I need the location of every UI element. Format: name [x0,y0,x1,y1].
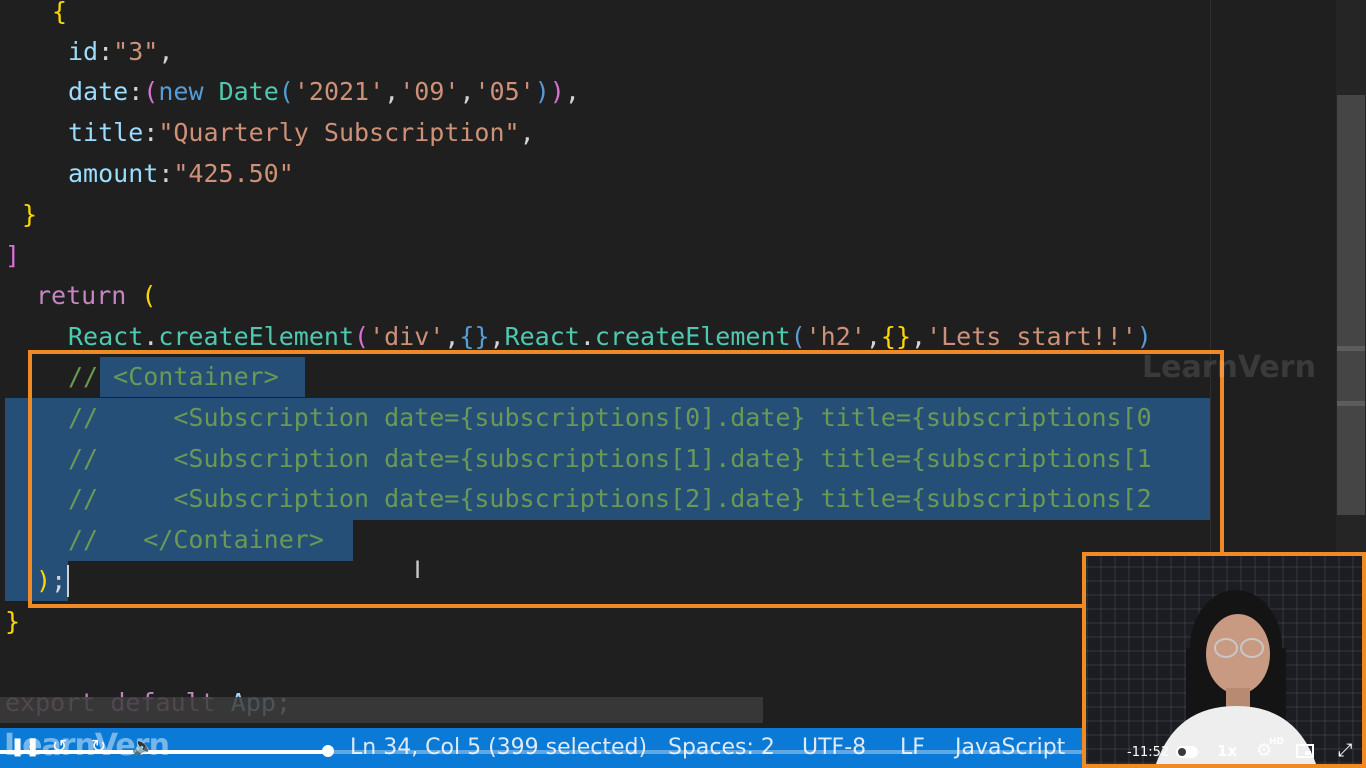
code-token: return [36,281,142,310]
forward-icon[interactable]: ↻ [91,736,106,757]
code-token: , [489,322,505,351]
code-token: Date [218,77,279,106]
code-token: : [128,77,144,106]
code-line: date:(new Date('2021','09','05')), [68,72,1278,112]
code-token: , [444,322,460,351]
code-token: , [158,37,174,66]
horizontal-scrollbar[interactable] [0,697,763,723]
fullscreen-icon[interactable]: ⤢ [1338,740,1352,761]
code-token: amount [68,159,159,188]
code-token: "Quarterly Subscription" [158,118,520,147]
code-token: , [384,77,400,106]
code-token: ( [141,281,157,310]
scrollbar-marker [1337,346,1365,351]
code-token: : [98,37,114,66]
toggle-icon[interactable] [1176,742,1198,763]
status-language[interactable]: JavaScript [955,728,1065,768]
code-token: , [865,322,881,351]
code-token: } [5,607,21,636]
code-token: { [52,0,68,26]
video-progress-handle[interactable] [322,745,334,757]
status-indentation[interactable]: Spaces: 2 [668,728,775,768]
volume-icon[interactable]: 🔈 [132,736,154,757]
code-token: 'div' [369,322,445,351]
code-line: id:"3", [68,32,1278,72]
hd-badge: HD [1269,737,1285,747]
code-line: amount:"425.50" [68,154,1278,194]
code-token: id [68,37,99,66]
code-token: , [564,77,580,106]
status-encoding[interactable]: UTF-8 [802,728,866,768]
vertical-scrollbar-thumb[interactable] [1337,95,1365,515]
scrollbar-marker [1337,401,1365,406]
editor-watermark: LearnVern [1142,350,1316,385]
code-line: } [5,602,1215,642]
code-token: date [68,77,129,106]
code-token: {} [880,322,912,351]
code-token: ( [790,322,806,351]
code-token: : [143,118,159,147]
code-line: title:"Quarterly Subscription", [68,113,1278,153]
code-token: createElement [594,322,791,351]
code-token: ( [278,77,294,106]
code-token: ] [5,241,21,270]
code-token: React [68,322,144,351]
time-remaining: -11:52 [1127,745,1170,760]
code-token: "3" [113,37,159,66]
code-line: ] [5,236,1215,276]
code-token: '05' [474,77,535,106]
code-token: createElement [158,322,354,351]
code-token: 'h2' [805,322,866,351]
code-token: ) [1136,322,1152,351]
status-cursor-position[interactable]: Ln 34, Col 5 (399 selected) [350,728,647,768]
code-token: '2021' [293,77,385,106]
code-token: new [158,77,219,106]
presenter-video [1156,590,1316,764]
code-token: ( [143,77,159,106]
code-token: , [519,118,535,147]
orange-highlight-box [28,350,1224,608]
code-line: { [52,0,1262,32]
code-token: '09' [399,77,460,106]
code-token: 'Lets start!!' [926,322,1137,351]
code-token: ( [354,322,370,351]
code-token: "425.50" [173,159,294,188]
code-token: , [459,77,475,106]
code-token: ) [534,77,550,106]
code-line: } [22,195,1232,235]
code-token: , [911,322,927,351]
code-token: . [579,322,595,351]
code-token: React [504,322,580,351]
pause-icon[interactable]: ❚❚ [10,736,40,757]
rewind-icon[interactable]: ↺ [52,736,67,757]
code-token: . [143,322,159,351]
code-line: return ( [36,276,1246,316]
webcam-overlay [1082,552,1366,768]
code-token: ) [549,77,565,106]
playback-speed[interactable]: 1x [1217,742,1237,760]
pip-icon[interactable] [1296,742,1314,763]
code-token: } [22,200,38,229]
code-token: title [68,118,144,147]
code-token: {} [459,322,490,351]
status-eol[interactable]: LF [900,728,925,768]
code-token: : [158,159,174,188]
